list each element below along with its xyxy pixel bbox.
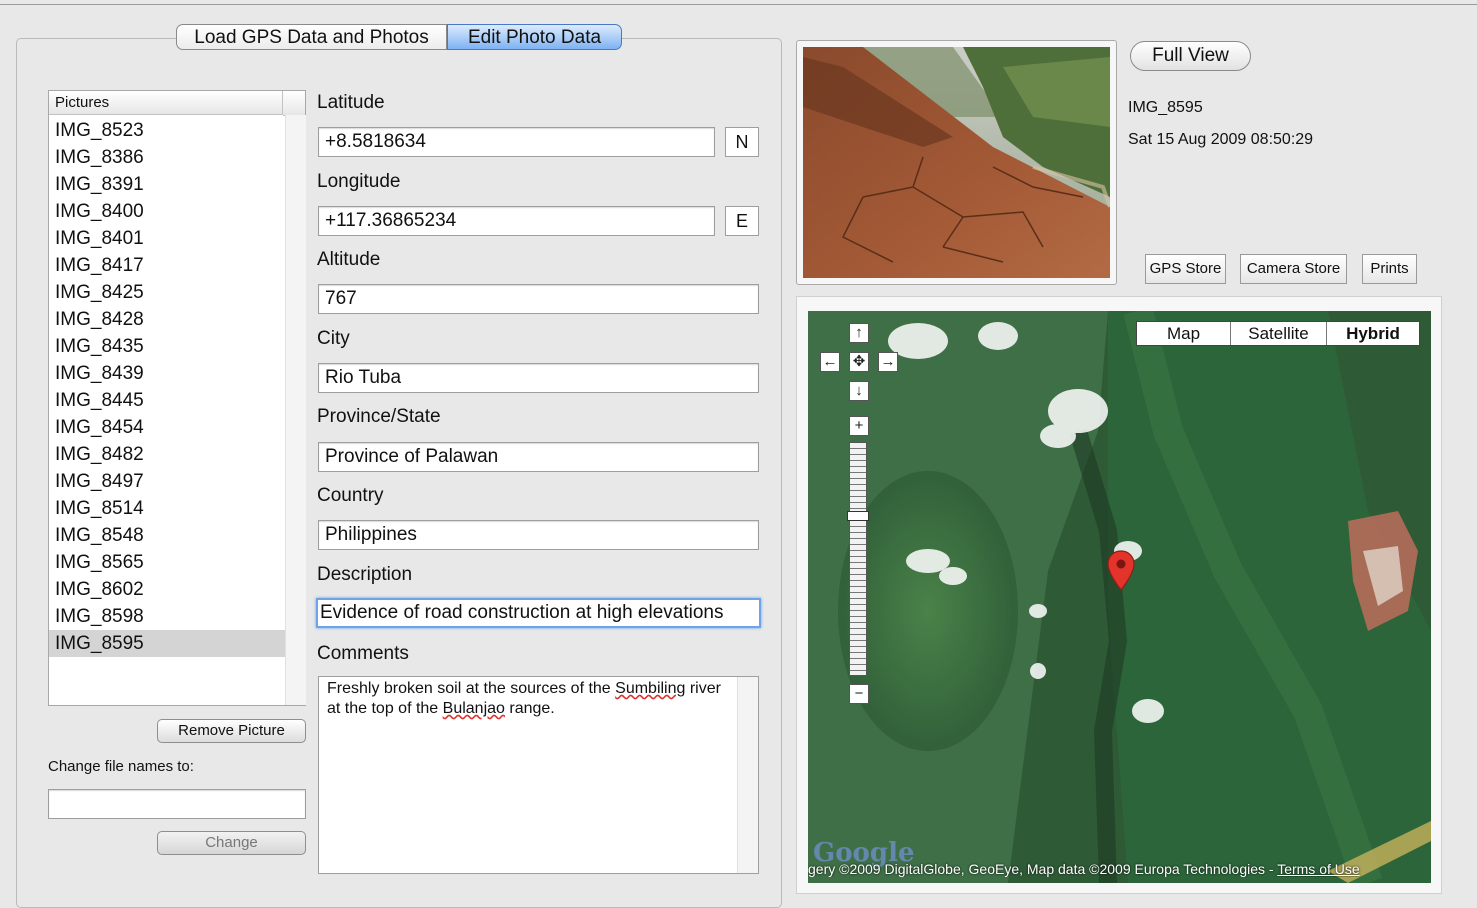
full-view-button[interactable]: Full View: [1130, 41, 1251, 71]
map-type-map[interactable]: Map: [1137, 322, 1231, 345]
longitude-label: Longitude: [317, 171, 401, 192]
province-label: Province/State: [317, 406, 441, 427]
pan-center-icon[interactable]: ✥: [849, 352, 869, 372]
pictures-header-filler: [283, 91, 305, 116]
photo-thumbnail-image: [803, 47, 1110, 278]
altitude-input[interactable]: 767: [318, 284, 759, 314]
change-button[interactable]: Change: [157, 831, 306, 855]
city-input[interactable]: Rio Tuba: [318, 363, 759, 393]
list-item[interactable]: IMG_8602: [49, 576, 285, 603]
list-item[interactable]: IMG_8497: [49, 468, 285, 495]
pictures-list[interactable]: Pictures IMG_8523 IMG_8386 IMG_8391 IMG_840…: [48, 90, 306, 706]
tab-edit-photo-data[interactable]: Edit Photo Data: [447, 24, 622, 50]
pan-up-icon[interactable]: ↑: [849, 323, 869, 343]
list-item[interactable]: IMG_8435: [49, 333, 285, 360]
pictures-scrollbar[interactable]: [285, 115, 306, 705]
change-file-names-label: Change file names to:: [48, 758, 194, 775]
remove-picture-button[interactable]: Remove Picture: [157, 719, 306, 743]
description-label: Description: [317, 564, 413, 585]
prints-button[interactable]: Prints: [1362, 254, 1417, 284]
camera-store-button[interactable]: Camera Store: [1240, 254, 1347, 284]
map-copyright: gery ©2009 DigitalGlobe, GeoEye, Map dat…: [808, 861, 1431, 877]
change-file-names-input[interactable]: [48, 789, 306, 819]
list-item[interactable]: IMG_8445: [49, 387, 285, 414]
latitude-hemisphere[interactable]: N: [725, 127, 759, 157]
zoom-out-icon[interactable]: −: [849, 684, 869, 704]
longitude-input[interactable]: +117.36865234: [318, 206, 715, 236]
altitude-label: Altitude: [317, 249, 381, 270]
list-item[interactable]: IMG_8454: [49, 414, 285, 441]
country-label: Country: [317, 485, 384, 506]
zoom-in-icon[interactable]: +: [849, 416, 869, 436]
list-item[interactable]: IMG_8523: [49, 117, 285, 144]
comments-text-3: range.: [504, 700, 555, 717]
pan-left-icon[interactable]: ←: [820, 352, 840, 372]
tab-bar: Load GPS Data and Photos Edit Photo Data: [176, 24, 622, 52]
comments-label: Comments: [317, 643, 409, 664]
list-item[interactable]: IMG_8386: [49, 144, 285, 171]
comments-textarea[interactable]: Freshly broken soil at the sources of th…: [318, 676, 759, 874]
list-item[interactable]: IMG_8417: [49, 252, 285, 279]
list-item[interactable]: IMG_8514: [49, 495, 285, 522]
pictures-items: IMG_8523 IMG_8386 IMG_8391 IMG_8400 IMG_8401…: [49, 117, 285, 657]
list-item[interactable]: IMG_8439: [49, 360, 285, 387]
zoom-slider-thumb[interactable]: [847, 511, 869, 522]
list-item[interactable]: IMG_8548: [49, 522, 285, 549]
terms-of-use-link[interactable]: Terms of Use: [1277, 861, 1359, 877]
tab-load-gps-data[interactable]: Load GPS Data and Photos: [176, 24, 447, 50]
photo-preview[interactable]: [803, 47, 1110, 278]
list-item[interactable]: IMG_8595: [49, 630, 285, 657]
list-item[interactable]: IMG_8565: [49, 549, 285, 576]
pan-down-icon[interactable]: ↓: [849, 381, 869, 401]
photo-datetime: Sat 15 Aug 2009 08:50:29: [1128, 131, 1314, 148]
satellite-map[interactable]: [808, 311, 1431, 883]
map-type-hybrid[interactable]: Hybrid: [1327, 322, 1419, 345]
country-input[interactable]: Philippines: [318, 520, 759, 550]
comments-spelling-word-2: Bulanjao: [442, 700, 505, 717]
list-item[interactable]: IMG_8391: [49, 171, 285, 198]
list-item[interactable]: IMG_8428: [49, 306, 285, 333]
list-item[interactable]: IMG_8598: [49, 603, 285, 630]
gps-store-button[interactable]: GPS Store: [1145, 254, 1226, 284]
list-item[interactable]: IMG_8400: [49, 198, 285, 225]
city-label: City: [317, 328, 350, 349]
comments-spelling-word-1: Sumbiling: [615, 680, 686, 697]
latitude-input[interactable]: +8.5818634: [318, 127, 715, 157]
pictures-column-header[interactable]: Pictures: [49, 91, 283, 115]
zoom-slider-track[interactable]: [849, 442, 867, 676]
province-input[interactable]: Province of Palawan: [318, 442, 759, 472]
satellite-imagery: [808, 311, 1431, 883]
comments-text-1: Freshly broken soil at the sources of th…: [327, 680, 616, 697]
list-item[interactable]: IMG_8425: [49, 279, 285, 306]
pan-right-icon[interactable]: →: [878, 352, 898, 372]
description-input[interactable]: Evidence of road construction at high el…: [316, 598, 761, 628]
latitude-label: Latitude: [317, 92, 385, 113]
map-type-satellite[interactable]: Satellite: [1231, 322, 1327, 345]
map-type-selector: Map Satellite Hybrid: [1136, 321, 1420, 346]
photo-name: IMG_8595: [1128, 99, 1203, 116]
map-copyright-text: gery ©2009 DigitalGlobe, GeoEye, Map dat…: [808, 861, 1278, 877]
comments-scrollbar[interactable]: [737, 677, 758, 873]
window-top-border: [0, 4, 1477, 5]
list-item[interactable]: IMG_8482: [49, 441, 285, 468]
list-item[interactable]: IMG_8401: [49, 225, 285, 252]
longitude-hemisphere[interactable]: E: [725, 206, 759, 236]
photo-preview-frame: [796, 40, 1117, 285]
location-marker-icon[interactable]: [1106, 550, 1136, 592]
